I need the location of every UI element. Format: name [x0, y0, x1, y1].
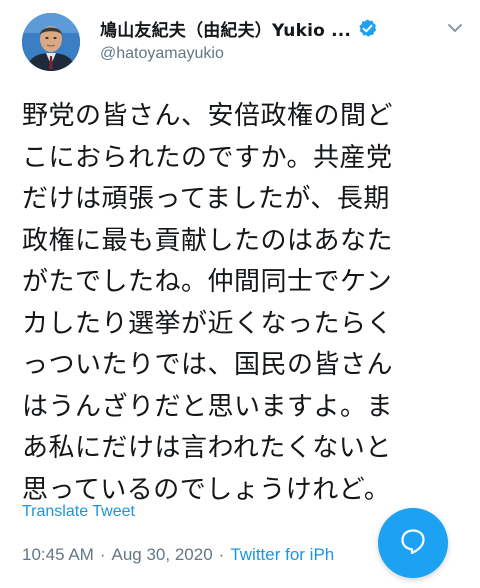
tweet-line: はうんざりだと思いますよ。ま	[22, 391, 394, 422]
tweet-line: あ私にだけは言われたくないと	[22, 433, 392, 463]
tweet-meta: 10:45 AM · Aug 30, 2020 · Twitter for iPh	[22, 545, 334, 565]
avatar[interactable]	[22, 13, 80, 71]
meta-separator: ·	[218, 545, 225, 564]
translate-tweet-link[interactable]: Translate Tweet	[22, 503, 135, 521]
meta-separator: ·	[99, 545, 106, 564]
display-name[interactable]: 鳩山友紀夫（由紀夫）Yukio ...	[100, 16, 351, 41]
user-handle[interactable]: @hatoyamayukio	[100, 45, 224, 63]
tweet-line: カしたり選挙が近くなったらく	[22, 308, 394, 339]
tweet-line: 野党の皆さん、安倍政権の間ど	[22, 101, 394, 131]
reply-bubble-icon	[398, 526, 428, 560]
tweet-text: 野党の皆さん、安倍政権の間ど こにおられたのですか。共産党 だけは頑張ってました…	[22, 96, 462, 511]
tweet-line: 政権に最も貢献したのはあなた	[22, 225, 394, 256]
verified-badge-icon	[357, 18, 378, 39]
reply-fab-button[interactable]	[378, 508, 448, 578]
tweet-line: こにおられたのですか。共産党	[22, 142, 393, 173]
tweet-time: 10:45 AM	[22, 545, 94, 564]
tweet-header: 鳩山友紀夫（由紀夫）Yukio ... @hatoyamayukio	[0, 0, 480, 90]
fab-fade	[330, 538, 378, 568]
tweet-line: だけは頑張ってましたが、長期	[22, 184, 390, 214]
tweet-line: っついたりでは、国民の皆さん	[22, 350, 394, 380]
chevron-down-icon[interactable]	[445, 18, 465, 38]
tweet-source-link[interactable]: Twitter for iPh	[230, 545, 334, 564]
tweet-line: がたでしたね。仲間同士でケン	[22, 267, 393, 297]
name-row: 鳩山友紀夫（由紀夫）Yukio ...	[100, 14, 378, 42]
tweet-date[interactable]: Aug 30, 2020	[112, 545, 213, 564]
